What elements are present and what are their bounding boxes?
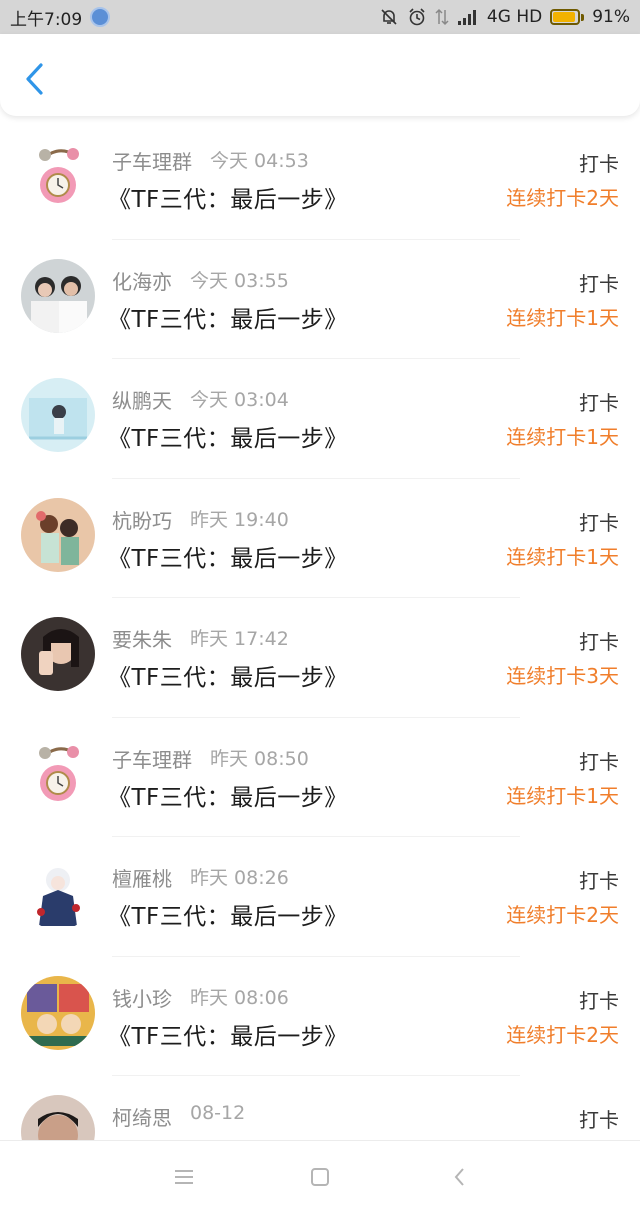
book-title[interactable]: 《TF三代：最后一步》 (108, 658, 348, 692)
battery-icon (550, 9, 585, 25)
post-time: 今天 03:04 (190, 389, 289, 411)
checkin-label: 打卡 (579, 271, 619, 296)
avatar[interactable] (21, 617, 95, 691)
app-icon (90, 7, 111, 27)
post-time: 今天 03:55 (190, 269, 289, 292)
book-title[interactable]: 《TF三代：最后一步》 (108, 1017, 348, 1051)
avatar[interactable] (21, 856, 95, 930)
user-name[interactable]: 纵鹏天 (112, 385, 172, 414)
checkin-label: 打卡 (579, 630, 619, 654)
streak-badge: 连续打卡1天 (506, 783, 619, 808)
status-bar: 上午7:09 4G HD 91% (0, 0, 640, 34)
battery-percent: 91% (592, 7, 630, 27)
streak-badge: 连续打卡2天 (506, 186, 619, 210)
list-item[interactable]: 子车理群 今天 04:53 《TF三代：最后一步》 打卡连续打卡2天 (0, 120, 640, 240)
status-time: 上午7:09 (10, 9, 83, 30)
post-time: 昨天 17:42 (190, 628, 289, 650)
checkin-list: 子车理群 今天 04:53 《TF三代：最后一步》 打卡 连续打卡2天 化海亦 今天 03… (0, 120, 640, 1140)
user-name[interactable]: 檀雁桃 (112, 863, 172, 892)
signal-icon (457, 10, 476, 25)
mute-bell-icon (381, 9, 397, 25)
user-name[interactable]: 子车理群 (112, 146, 192, 175)
book-title[interactable]: 《TF三代：最后一步》 (108, 180, 348, 214)
user-name[interactable]: 柯绮思 (112, 1102, 172, 1131)
post-time: 昨天 08:26 (190, 867, 289, 889)
post-time: 08-12 (190, 1102, 246, 1124)
list-item[interactable]: 纵鹏天 今天 03:04 《TF三代：最后一步》 打卡连续打卡1天 (0, 359, 640, 479)
checkin-label: 打卡 (579, 988, 619, 1013)
book-title[interactable]: 《TF三代：最后一步》 (108, 897, 348, 931)
list-item[interactable]: 杭盼巧 昨天 19:40 《TF三代：最后一步》 打卡连续打卡1天 (0, 479, 640, 598)
streak-badge: 连续打卡2天 (506, 1022, 619, 1047)
user-name[interactable]: 钱小珍 (112, 983, 172, 1012)
menu-icon[interactable] (170, 1163, 198, 1191)
header-bar (0, 34, 640, 116)
avatar[interactable] (21, 1095, 95, 1140)
back-triangle-icon[interactable] (446, 1163, 474, 1191)
checkin-label: 打卡 (579, 510, 619, 535)
alarm-icon (409, 8, 425, 26)
avatar[interactable] (21, 139, 95, 213)
list-item[interactable]: 钱小珍 昨天 08:06 《TF三代：最后一步》 打卡连续打卡2天 (0, 957, 640, 1076)
avatar[interactable] (21, 736, 95, 811)
list-item[interactable]: 化海亦 今天 03:55 《TF三代：最后一步》 打卡连续打卡1天 (0, 240, 640, 359)
book-title[interactable]: 《TF三代：最后一步》 (108, 300, 348, 334)
post-time: 昨天 08:06 (190, 986, 289, 1009)
list-item[interactable]: 檀雁桃 昨天 08:26 《TF三代：最后一步》 打卡连续打卡2天 (0, 837, 640, 957)
post-time: 昨天 19:40 (190, 508, 289, 531)
post-time: 昨天 08:50 (210, 747, 309, 770)
user-name[interactable]: 要朱朱 (112, 624, 172, 653)
user-name[interactable]: 子车理群 (112, 744, 192, 773)
streak-badge: 连续打卡1天 (506, 425, 619, 449)
data-arrows-icon (435, 8, 449, 26)
system-nav-bar (0, 1140, 640, 1211)
checkin-label: 打卡 (579, 749, 619, 774)
user-name[interactable]: 化海亦 (112, 266, 172, 295)
streak-badge: 连续打卡2天 (506, 903, 619, 927)
avatar[interactable] (21, 378, 95, 452)
avatar[interactable] (21, 258, 95, 333)
checkin-label: 打卡 (579, 391, 619, 415)
streak-badge: 连续打卡3天 (506, 664, 619, 688)
checkin-label: 打卡 (579, 869, 619, 893)
home-square-icon[interactable] (306, 1163, 334, 1191)
list-item[interactable]: 子车理群 昨天 08:50 《TF三代：最后一步》 打卡连续打卡1天 (0, 718, 640, 837)
avatar[interactable] (21, 497, 95, 572)
checkin-label: 打卡 (579, 152, 619, 176)
post-time: 今天 04:53 (210, 150, 309, 172)
streak-badge: 连续打卡1天 (506, 305, 619, 330)
book-title[interactable]: 《TF三代：最后一步》 (108, 419, 348, 453)
chevron-left-icon[interactable] (22, 62, 48, 96)
list-item[interactable]: 要朱朱 昨天 17:42 《TF三代：最后一步》 打卡连续打卡3天 (0, 598, 640, 718)
checkin-label: 打卡 (579, 1108, 619, 1132)
avatar[interactable] (21, 975, 95, 1050)
book-title[interactable]: 《TF三代：最后一步》 (108, 539, 348, 573)
user-name[interactable]: 杭盼巧 (112, 505, 172, 534)
book-title[interactable]: 《TF三代：最后一步》 (108, 778, 348, 812)
network-type: 4G HD (486, 7, 543, 27)
list-item[interactable]: 柯绮思08-12《TF三代：最后一步》打卡 (0, 1076, 640, 1140)
streak-badge: 连续打卡1天 (506, 544, 619, 569)
